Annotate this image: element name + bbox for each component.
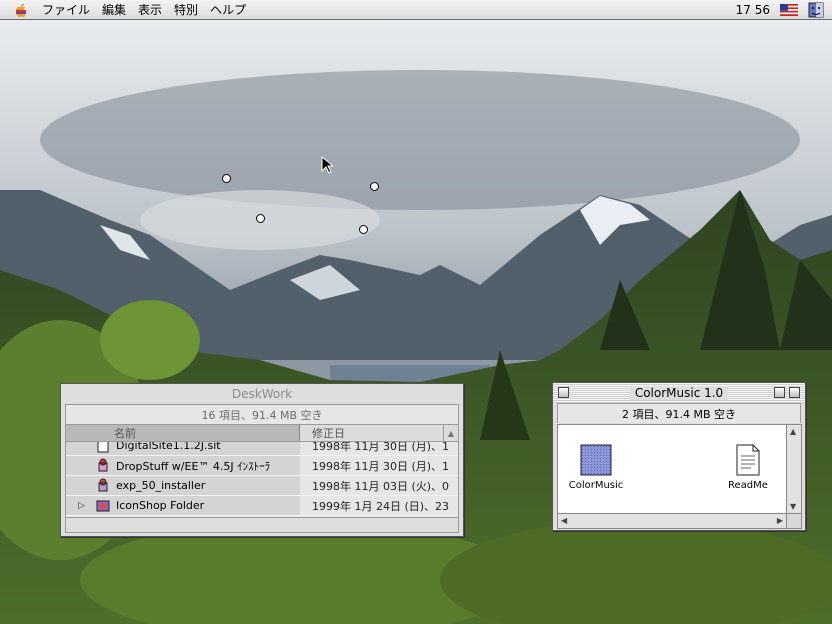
deskwork-info-bar: 16 項目、91.4 MB 空き bbox=[65, 404, 459, 424]
menu-file[interactable]: ファイル bbox=[36, 1, 96, 19]
icon-label: ColorMusic bbox=[568, 480, 624, 491]
marker-dot bbox=[370, 182, 379, 191]
deskwork-titlebar[interactable]: DeskWork bbox=[61, 384, 463, 404]
colormusic-titlebar[interactable]: ColorMusic 1.0 bbox=[553, 383, 805, 403]
mouse-pointer-icon bbox=[321, 156, 333, 174]
list-item[interactable]: ▷ IconShop Folder 1999年 1月 24日 (日)、23 bbox=[66, 496, 458, 516]
menu-bar: ファイル 編集 表示 特別 ヘルプ 17 56 bbox=[0, 0, 832, 20]
scroll-down-arrow-icon[interactable]: ▼ bbox=[790, 502, 796, 511]
installer-icon bbox=[98, 478, 108, 492]
readme-item[interactable]: ReadMe bbox=[720, 443, 776, 491]
icon-view-pane[interactable]: ColorMusic ReadMe bbox=[557, 424, 787, 514]
menu-view[interactable]: 表示 bbox=[132, 1, 168, 19]
column-header-date[interactable]: 修正日 bbox=[300, 425, 443, 441]
menu-special[interactable]: 特別 bbox=[168, 1, 204, 19]
marker-dot bbox=[256, 214, 265, 223]
installer-icon bbox=[98, 458, 108, 472]
us-flag-keyboard-icon[interactable] bbox=[780, 4, 798, 16]
scroll-right-arrow-icon[interactable]: ▶ bbox=[777, 516, 783, 525]
list-item[interactable]: DropStuff w/EE™ 4.5J ｲﾝｽﾄｰﾗ 1998年 11月 30… bbox=[66, 456, 458, 476]
marker-dot bbox=[359, 225, 368, 234]
menubar-clock[interactable]: 17 56 bbox=[736, 3, 770, 17]
vertical-scrollbar[interactable]: ▲ ▼ bbox=[787, 424, 802, 514]
list-item[interactable]: DigitalSite1.1.2J.sit 1998年 11月 30日 (月)、… bbox=[66, 442, 458, 456]
disclosure-triangle-icon[interactable]: ▷ bbox=[78, 501, 85, 511]
list-header: 名前 修正日 ▲ bbox=[65, 424, 459, 442]
scroll-left-arrow-icon[interactable]: ◀ bbox=[561, 516, 567, 525]
file-list: DigitalSite1.1.2J.sit 1998年 11月 30日 (月)、… bbox=[65, 442, 459, 518]
column-header-name[interactable]: 名前 bbox=[66, 425, 300, 441]
close-box-icon[interactable] bbox=[558, 387, 569, 398]
menu-edit[interactable]: 編集 bbox=[96, 1, 132, 19]
colormusic-app-icon bbox=[580, 444, 612, 476]
folder-icon bbox=[96, 500, 110, 512]
window-title: ColorMusic 1.0 bbox=[629, 386, 729, 400]
resize-grip-icon[interactable] bbox=[787, 514, 802, 529]
deskwork-window[interactable]: DeskWork 16 項目、91.4 MB 空き 名前 修正日 ▲ Digit… bbox=[60, 383, 464, 537]
sort-direction-icon[interactable]: ▲ bbox=[443, 425, 458, 441]
menu-help[interactable]: ヘルプ bbox=[204, 1, 252, 19]
zoom-box-icon[interactable] bbox=[774, 387, 785, 398]
horizontal-scrollbar[interactable]: ◀ ▶ bbox=[557, 514, 787, 529]
apple-menu-icon[interactable] bbox=[12, 1, 30, 19]
text-document-icon bbox=[736, 444, 760, 476]
list-item[interactable]: exp_50_installer 1998年 11月 03日 (火)、0 bbox=[66, 476, 458, 496]
collapse-box-icon[interactable] bbox=[789, 387, 800, 398]
finder-application-icon[interactable] bbox=[808, 2, 824, 18]
colormusic-info-bar: 2 項目、91.4 MB 空き bbox=[557, 403, 801, 423]
document-icon bbox=[97, 442, 109, 453]
scroll-up-arrow-icon[interactable]: ▲ bbox=[790, 427, 796, 436]
horizontal-scrollbar[interactable] bbox=[65, 518, 459, 533]
icon-label: ReadMe bbox=[728, 480, 768, 491]
marker-dot bbox=[222, 174, 231, 183]
colormusic-app-item[interactable]: ColorMusic bbox=[566, 443, 626, 491]
window-title: DeskWork bbox=[231, 387, 293, 401]
colormusic-window[interactable]: ColorMusic 1.0 2 項目、91.4 MB 空き ColorMusi… bbox=[552, 382, 806, 531]
